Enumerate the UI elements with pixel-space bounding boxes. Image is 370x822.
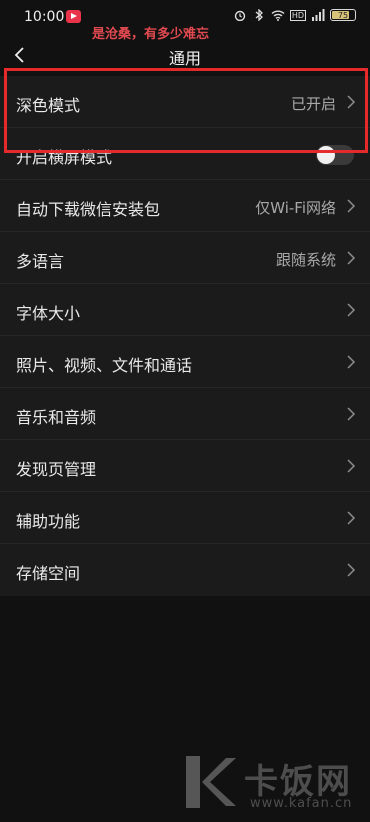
row-label: 辅助功能	[16, 512, 81, 531]
settings-row-language[interactable]: 多语言 跟随系统	[0, 232, 370, 284]
battery-level: 75	[337, 10, 349, 20]
chevron-right-icon	[347, 199, 356, 213]
row-label: 自动下载微信安装包	[16, 200, 161, 219]
row-label: 深色模式	[16, 96, 81, 115]
row-label: 开启横屏模式	[16, 148, 113, 167]
row-label: 发现页管理	[16, 460, 97, 479]
toggle-knob	[317, 146, 335, 164]
settings-list: 深色模式 已开启 开启横屏模式 自动下载微信安装包 仅Wi-Fi网络 多语言 跟…	[0, 76, 370, 596]
settings-row-font-size[interactable]: 字体大小	[0, 284, 370, 336]
settings-row-music-audio[interactable]: 音乐和音频	[0, 388, 370, 440]
settings-row-storage[interactable]: 存储空间	[0, 544, 370, 596]
row-label: 音乐和音频	[16, 408, 97, 427]
status-icons: HD 75	[233, 9, 356, 21]
battery-icon: 75	[330, 9, 356, 21]
hd-badge: HD	[289, 9, 306, 21]
status-time: 10:00	[24, 9, 65, 25]
signal-icon	[312, 9, 325, 21]
row-value: 已开启	[290, 95, 336, 113]
watermark-url: www.kafan.cn	[250, 796, 353, 811]
page-title: 通用	[168, 49, 201, 68]
nav-bar: 通用	[0, 34, 370, 76]
row-label: 存储空间	[16, 564, 81, 583]
chevron-right-icon	[347, 355, 356, 369]
bluetooth-icon	[255, 9, 263, 21]
settings-row-accessibility[interactable]: 辅助功能	[0, 492, 370, 544]
alarm-icon	[234, 10, 246, 21]
chevron-right-icon	[347, 95, 356, 109]
chevron-right-icon	[347, 459, 356, 473]
video-app-notification-icon	[66, 10, 81, 23]
settings-row-auto-download[interactable]: 自动下载微信安装包 仅Wi-Fi网络	[0, 180, 370, 232]
settings-row-discover[interactable]: 发现页管理	[0, 440, 370, 492]
row-value: 跟随系统	[275, 251, 336, 269]
settings-row-landscape: 开启横屏模式	[0, 128, 370, 180]
watermark: 卡饭网 www.kafan.cn	[180, 752, 365, 822]
chevron-right-icon	[347, 251, 356, 265]
chevron-right-icon	[347, 511, 356, 525]
chevron-right-icon	[347, 407, 356, 421]
settings-row-dark-mode[interactable]: 深色模式 已开启	[0, 76, 370, 128]
settings-row-media[interactable]: 照片、视频、文件和通话	[0, 336, 370, 388]
row-value: 仅Wi-Fi网络	[255, 199, 336, 217]
row-label: 照片、视频、文件和通话	[16, 356, 193, 375]
row-label: 字体大小	[16, 304, 81, 323]
wifi-icon	[271, 10, 285, 21]
chevron-right-icon	[347, 303, 356, 317]
row-label: 多语言	[16, 252, 65, 271]
kafan-logo-icon	[186, 756, 236, 808]
landscape-toggle[interactable]	[316, 145, 354, 165]
chevron-right-icon	[347, 563, 356, 577]
